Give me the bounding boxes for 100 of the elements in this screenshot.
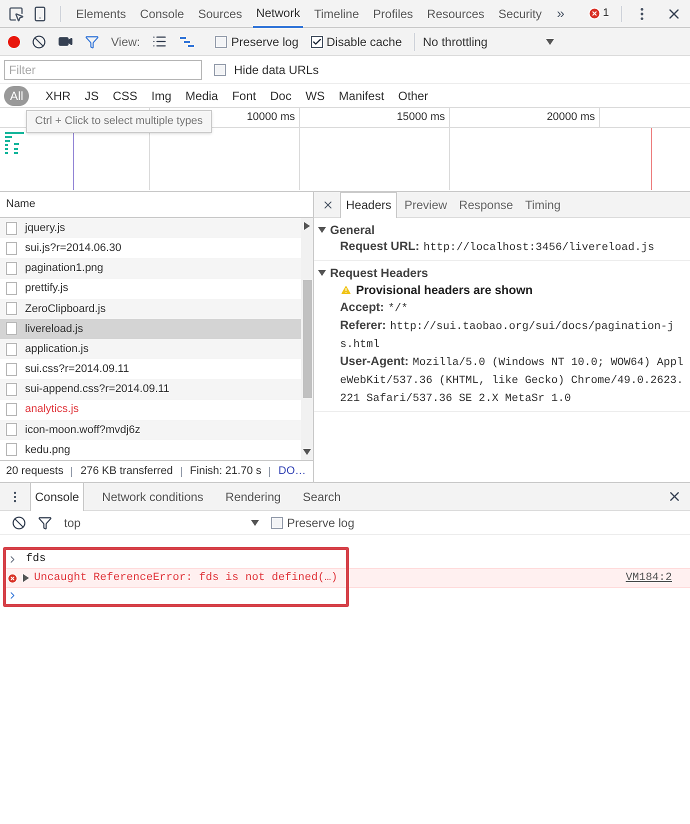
- panel-tab[interactable]: Profiles: [370, 0, 416, 28]
- clear-console-icon[interactable]: [12, 516, 26, 530]
- more-tabs-button[interactable]: »: [552, 3, 569, 24]
- file-icon: [6, 322, 17, 336]
- preserve-log-checkbox[interactable]: [215, 36, 228, 48]
- expand-arrow-icon[interactable]: [318, 226, 326, 234]
- error-icon: [7, 572, 18, 584]
- file-icon: [6, 242, 17, 255]
- header-entry: Referer: http://sui.taobao.org/sui/docs/pagination-js.html: [340, 317, 675, 353]
- drawer-tab[interactable]: Network conditions: [98, 482, 208, 510]
- waterfall-view-icon[interactable]: [179, 36, 196, 48]
- file-icon: [6, 362, 17, 376]
- type-filter[interactable]: Font: [226, 86, 262, 106]
- status-text: 20 requests: [6, 464, 64, 480]
- header-entry: User-Agent: Mozilla/5.0 (Windows NT 10.0; WOW64) AppleWebKit/537.36 (KHTML, like Gecko) Chrome/49.0.2623.221 Safari/537.36 SE 2.X MetaSr 1.0: [340, 353, 684, 407]
- type-filter[interactable]: XHR: [39, 86, 77, 106]
- type-filter[interactable]: Doc: [264, 86, 298, 106]
- preserve-log-checkbox[interactable]: [271, 516, 283, 528]
- file-icon: [6, 222, 17, 235]
- detail-tab[interactable]: Response: [454, 192, 518, 218]
- expand-arrow-icon[interactable]: [318, 269, 326, 277]
- request-row[interactable]: sui-append.css?r=2014.09.11: [0, 379, 301, 400]
- warning-text: Provisional headers are shown: [356, 282, 533, 299]
- dropdown-caret-icon[interactable]: [546, 38, 554, 46]
- dropdown-caret-icon[interactable]: [251, 518, 259, 526]
- file-icon: [6, 443, 17, 456]
- panel-tab[interactable]: Sources: [195, 0, 246, 28]
- file-icon: [6, 382, 17, 396]
- scrollbar-thumb[interactable]: [302, 280, 312, 398]
- list-view-icon[interactable]: [152, 34, 168, 49]
- type-filter[interactable]: Manifest: [332, 86, 390, 106]
- context-dropdown[interactable]: top: [64, 514, 259, 532]
- request-row[interactable]: application.js: [0, 339, 301, 360]
- detail-tab[interactable]: Headers: [340, 192, 398, 218]
- type-filter[interactable]: WS: [299, 86, 331, 106]
- disable-cache-checkbox[interactable]: [310, 36, 323, 48]
- drawer-tab[interactable]: Search: [298, 482, 345, 510]
- request-row[interactable]: icon-moon.woff?mvdj6z: [0, 420, 301, 440]
- file-icon: [6, 342, 17, 356]
- clear-icon[interactable]: [32, 34, 46, 48]
- scroll-down-icon[interactable]: [303, 448, 311, 456]
- request-row[interactable]: jquery.js: [0, 218, 301, 238]
- inspect-icon[interactable]: [8, 6, 24, 22]
- time-tick-label: 10000 ms: [246, 110, 295, 126]
- record-button[interactable]: [8, 36, 20, 48]
- hide-data-urls-checkbox[interactable]: [214, 64, 226, 76]
- filter-field[interactable]: Filter: [4, 60, 202, 80]
- error-counter[interactable]: 1: [588, 5, 609, 22]
- error-message: Uncaught ReferenceError: fds is not defined(…): [34, 570, 338, 586]
- type-filter[interactable]: Other: [392, 86, 434, 106]
- device-icon[interactable]: [32, 6, 48, 22]
- close-icon[interactable]: [322, 198, 334, 210]
- request-row[interactable]: livereload.js: [0, 318, 301, 340]
- camera-icon[interactable]: [58, 34, 73, 49]
- panel-tab[interactable]: Elements: [73, 0, 130, 28]
- view-label: View:: [111, 34, 140, 50]
- panel-tab[interactable]: Security: [495, 0, 545, 28]
- detail-tab[interactable]: Timing: [520, 192, 566, 218]
- preserve-log-label: Preserve log: [231, 34, 299, 50]
- console-command-text: fds: [26, 552, 46, 567]
- preserve-log-label: Preserve log: [287, 514, 354, 532]
- scrollbar[interactable]: [301, 218, 313, 460]
- header-entry: Request URL: http://localhost:3456/livereload.js: [340, 238, 656, 256]
- time-tick-label: 20000 ms: [546, 110, 595, 126]
- panel-tab[interactable]: Timeline: [311, 0, 362, 28]
- warning-icon: [340, 284, 352, 296]
- tooltip: Ctrl + Click to select multiple types: [26, 110, 212, 132]
- drawer-tab[interactable]: Rendering: [221, 482, 285, 510]
- file-icon: [6, 423, 17, 436]
- type-filter[interactable]: CSS: [106, 86, 144, 106]
- section-title[interactable]: Request Headers: [330, 264, 428, 282]
- filter-icon[interactable]: [38, 516, 52, 530]
- status-text[interactable]: DO…: [278, 463, 306, 480]
- panel-tab[interactable]: Console: [137, 0, 188, 28]
- close-icon[interactable]: [667, 489, 682, 504]
- time-tick-label: 15000 ms: [396, 110, 445, 126]
- column-header[interactable]: Name: [6, 196, 36, 213]
- expand-arrow-icon[interactable]: [22, 574, 30, 582]
- request-row[interactable]: pagination1.png: [0, 258, 301, 279]
- detail-tab[interactable]: Preview: [399, 192, 452, 218]
- header-entry: Accept: */*: [340, 299, 409, 317]
- file-icon: [6, 403, 17, 416]
- file-icon: [6, 282, 17, 296]
- type-filter[interactable]: JS: [78, 86, 105, 106]
- error-count: 1: [602, 6, 609, 22]
- file-icon: [6, 262, 17, 275]
- status-text: 276 KB transferred: [80, 464, 173, 480]
- source-link[interactable]: VM184:2: [626, 570, 672, 586]
- hide-data-urls-label: Hide data URLs: [234, 62, 319, 78]
- error-icon: [588, 7, 601, 20]
- throttling-dropdown[interactable]: No throttling: [414, 32, 554, 50]
- waterfall-overview-drawing: [4, 132, 26, 156]
- status-text: Finish: 21.70 s: [190, 464, 262, 480]
- type-filter[interactable]: Img: [145, 86, 178, 106]
- drawer-tab[interactable]: Console: [30, 482, 84, 510]
- panel-tab[interactable]: Resources: [424, 0, 488, 28]
- type-filter[interactable]: Media: [179, 86, 224, 106]
- section-title[interactable]: General: [330, 221, 375, 239]
- disable-cache-label: Disable cache: [326, 34, 402, 50]
- request-row[interactable]: ZeroClipboard.js: [0, 298, 301, 319]
